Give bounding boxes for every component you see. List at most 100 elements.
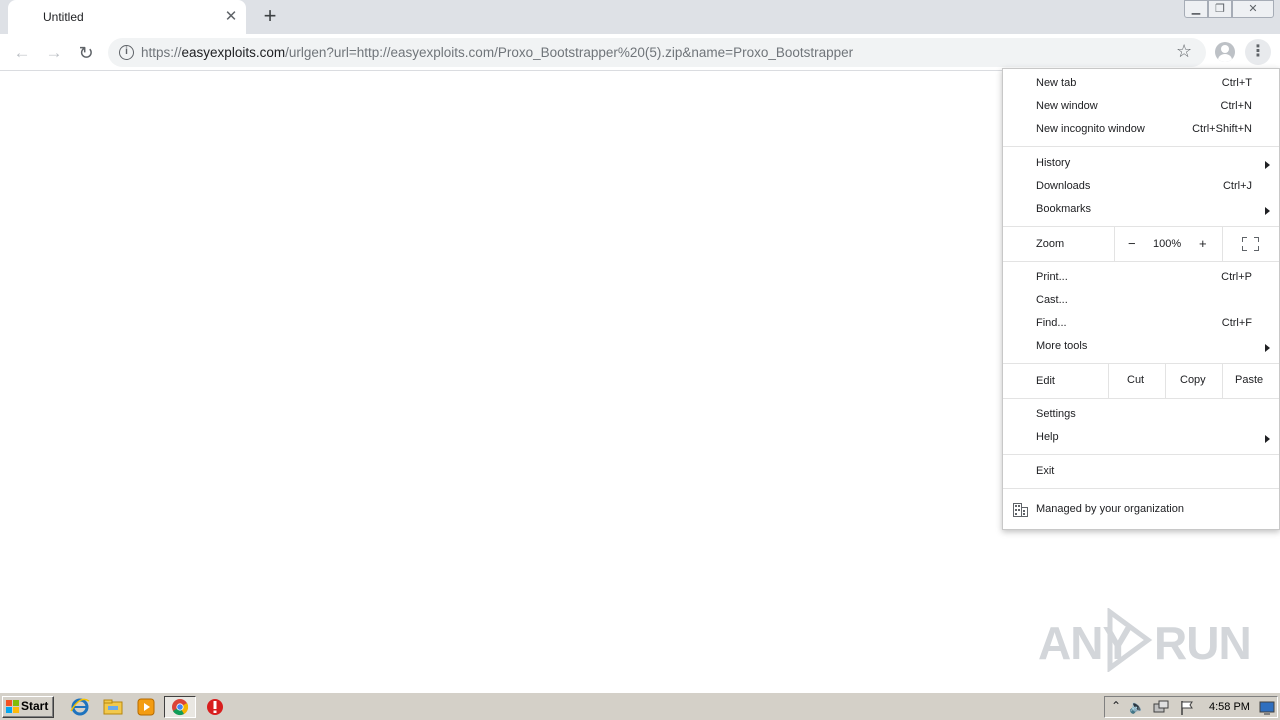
menu-separator [1003,398,1279,399]
volume-icon[interactable]: 🔈 [1129,699,1145,715]
profile-avatar-icon[interactable] [1215,42,1235,62]
menu-shortcut: Ctrl+T [1221,77,1252,89]
stop-icon[interactable] [204,697,226,717]
windows-taskbar: Start ⌃ 🔈 4:58 PM [0,692,1280,720]
menu-label: Downloads [1036,180,1091,192]
url-prefix: https:// [141,45,182,60]
menu-label: New window [1036,100,1098,112]
fullscreen-icon[interactable] [1242,237,1259,251]
menu-label: Print... [1036,271,1068,283]
chrome-icon [172,699,189,716]
play-logo-icon [1107,608,1153,672]
action-center-flag-icon[interactable] [1179,700,1195,716]
menu-item-settings[interactable]: Settings [1003,403,1279,426]
menu-label: Find... [1036,317,1067,329]
paste-button[interactable]: Paste [1235,374,1263,386]
zoom-level: 100% [1153,238,1182,250]
new-tab-button[interactable]: + [258,5,282,29]
taskbar-clock[interactable]: 4:58 PM [1209,701,1250,713]
menu-label: Managed by your organization [1036,503,1184,515]
window-restore-button[interactable]: ❐ [1208,0,1232,18]
menu-item-exit[interactable]: Exit [1003,460,1279,483]
menu-separator [1003,488,1279,489]
menu-divider [1114,227,1115,261]
submenu-arrow-icon [1265,207,1270,215]
network-icon[interactable] [1153,700,1169,716]
show-desktop-icon[interactable] [1259,700,1275,716]
show-hidden-icons-icon[interactable]: ⌃ [1111,699,1121,713]
menu-label: New tab [1036,77,1077,89]
menu-item-history[interactable]: History [1003,152,1279,175]
system-tray: ⌃ 🔈 4:58 PM [1104,696,1278,718]
start-button[interactable]: Start [2,696,54,718]
tab-close-icon[interactable]: ✕ [223,9,239,25]
tab-strip: Untitled ✕ + ▁ ❐ ✕ [0,0,1280,34]
reload-button[interactable]: ↻ [73,40,99,66]
menu-shortcut: Ctrl+P [1221,271,1252,283]
menu-item-bookmarks[interactable]: Bookmarks [1003,198,1279,221]
menu-label: Exit [1036,465,1055,477]
menu-label: Cast... [1036,294,1068,306]
internet-explorer-icon[interactable] [69,697,91,717]
building-icon [1013,503,1028,517]
zoom-label: Zoom [1036,238,1065,250]
browser-toolbar: ← → ↻ i https://easyexploits.com/urlgen?… [0,34,1280,71]
address-bar[interactable]: i https://easyexploits.com/urlgen?url=ht… [108,38,1206,67]
menu-divider [1165,364,1166,398]
window-close-button[interactable]: ✕ [1232,0,1274,18]
zoom-out-button[interactable]: − [1128,236,1136,251]
menu-shortcut: Ctrl+F [1221,317,1252,329]
menu-item-new-incognito-window[interactable]: New incognito window Ctrl+Shift+N [1003,118,1279,141]
menu-separator [1003,261,1279,262]
tab-untitled[interactable]: Untitled ✕ [8,0,246,34]
menu-item-managed[interactable]: Managed by your organization [1003,498,1279,521]
submenu-arrow-icon [1265,161,1270,169]
window-minimize-button[interactable]: ▁ [1184,0,1208,18]
menu-label: Settings [1036,408,1076,420]
menu-label: Bookmarks [1036,203,1092,215]
menu-item-new-window[interactable]: New window Ctrl+N [1003,95,1279,118]
bookmark-star-icon[interactable]: ☆ [1176,41,1192,62]
zoom-in-button[interactable]: + [1199,236,1207,251]
menu-label: History [1036,157,1071,169]
menu-item-more-tools[interactable]: More tools [1003,335,1279,358]
menu-item-print[interactable]: Print... Ctrl+P [1003,266,1279,289]
menu-shortcut: Ctrl+J [1222,180,1252,192]
back-button[interactable]: ← [9,40,35,66]
watermark-text-run: RUN [1154,617,1252,669]
cut-button[interactable]: Cut [1127,374,1144,386]
edit-label: Edit [1036,375,1055,387]
copy-button[interactable]: Copy [1180,374,1206,386]
menu-divider [1222,227,1223,261]
menu-divider [1222,364,1223,398]
menu-label: More tools [1036,340,1088,352]
submenu-arrow-icon [1265,435,1270,443]
url-domain: easyexploits.com [181,45,286,60]
windows-logo-icon [6,700,19,713]
menu-item-cast[interactable]: Cast... [1003,289,1279,312]
start-label: Start [21,699,49,713]
forward-button[interactable]: → [41,40,67,66]
chrome-menu-button[interactable]: ⋮ [1245,39,1271,65]
menu-separator [1003,454,1279,455]
taskbar-chrome-button[interactable] [164,696,196,718]
menu-item-downloads[interactable]: Downloads Ctrl+J [1003,175,1279,198]
media-player-icon[interactable] [135,697,157,717]
menu-separator [1003,226,1279,227]
menu-label: New incognito window [1036,123,1145,135]
url-path: /urlgen?url=http://easyexploits.com/Prox… [285,45,854,60]
menu-item-new-tab[interactable]: New tab Ctrl+T [1003,72,1279,95]
menu-separator [1003,363,1279,364]
menu-item-find[interactable]: Find... Ctrl+F [1003,312,1279,335]
menu-divider [1108,364,1109,398]
anyrun-watermark: ANY RUN [1038,608,1252,672]
file-explorer-icon[interactable] [102,697,124,717]
chrome-main-menu: New tab Ctrl+T New window Ctrl+N New inc… [1002,68,1280,530]
site-info-icon[interactable]: i [119,45,134,60]
submenu-arrow-icon [1265,344,1270,352]
menu-shortcut: Ctrl+Shift+N [1192,123,1252,135]
menu-item-help[interactable]: Help [1003,426,1279,449]
url-text[interactable]: https://easyexploits.com/urlgen?url=http… [141,45,853,60]
menu-separator [1003,146,1279,147]
menu-shortcut: Ctrl+N [1220,100,1252,112]
